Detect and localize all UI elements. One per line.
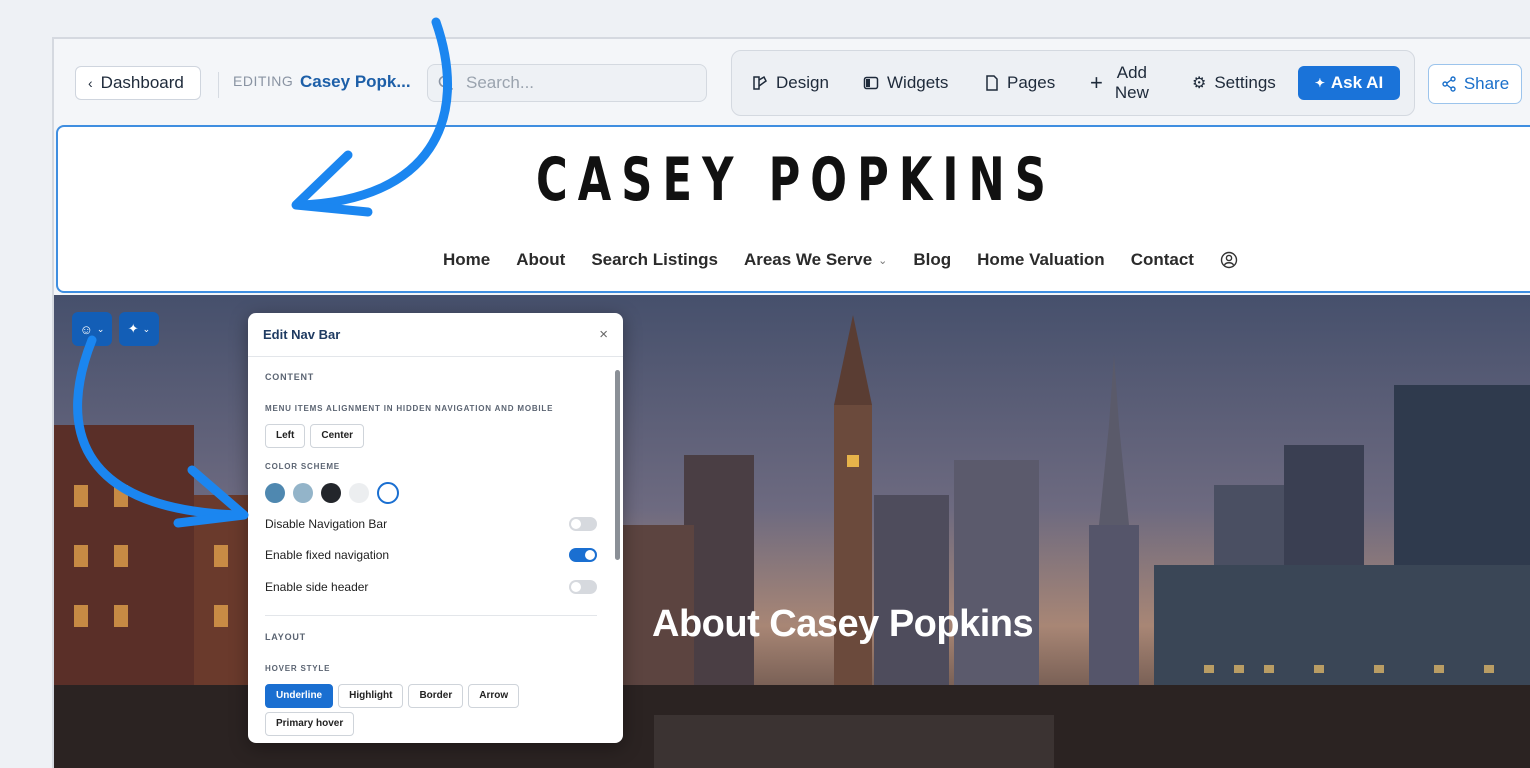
hover-style-label: HOVER STYLE <box>265 664 331 673</box>
nav-item-areas-we-serve[interactable]: Areas We Serve ⌄ <box>744 250 887 270</box>
nav-item-contact[interactable]: Contact <box>1131 250 1194 270</box>
chevron-down-icon: ⌄ <box>878 254 888 267</box>
nav-item-search-listings[interactable]: Search Listings <box>591 250 718 270</box>
ask-ai-button[interactable]: ✦ Ask AI <box>1298 66 1400 100</box>
design-label: Design <box>776 73 829 92</box>
section-divider <box>265 615 597 616</box>
hover-underline-option[interactable]: Underline <box>265 684 334 708</box>
design-button[interactable]: Design <box>752 51 829 115</box>
chevron-left-icon: ‹ <box>88 75 93 91</box>
nav-item-home-valuation[interactable]: Home Valuation <box>977 250 1105 270</box>
ask-ai-label: Ask AI <box>1330 73 1384 92</box>
hover-border-option[interactable]: Border <box>408 684 464 708</box>
sparkle-icon: ✦ <box>127 321 139 336</box>
close-icon[interactable]: × <box>599 326 608 343</box>
share-label: Share <box>1463 74 1510 93</box>
dashboard-button-label: Dashboard <box>100 73 184 92</box>
hover-style-options: Underline Highlight Border Arrow <box>265 684 520 708</box>
color-scheme-label: COLOR SCHEME <box>265 462 340 471</box>
chevron-down-icon: ⌄ <box>96 323 105 334</box>
add-new-button[interactable]: + Add New <box>1090 51 1149 115</box>
alignment-left-option[interactable]: Left <box>265 424 306 448</box>
pages-button[interactable]: Pages <box>985 51 1055 115</box>
section-style-button[interactable]: ☺ ⌄ <box>72 312 112 346</box>
side-header-toggle[interactable] <box>569 580 597 594</box>
site-header[interactable]: CASEY POPKINS Home About Search Listings… <box>56 125 1530 293</box>
site-nav: Home About Search Listings Areas We Serv… <box>443 250 1238 270</box>
hover-primary-option[interactable]: Primary hover <box>265 712 355 736</box>
widgets-icon <box>863 76 879 90</box>
color-swatch-steel-blue[interactable] <box>265 483 285 503</box>
nav-item-areas-label: Areas We Serve <box>743 250 873 269</box>
fixed-nav-row: Enable fixed navigation <box>265 546 597 566</box>
alignment-label: MENU ITEMS ALIGNMENT IN HIDDEN NAVIGATIO… <box>265 404 554 413</box>
fixed-nav-toggle[interactable] <box>569 548 597 562</box>
alignment-options: Left Center <box>265 424 365 448</box>
search-icon <box>438 75 454 91</box>
panel-header: Edit Nav Bar × <box>248 313 623 357</box>
alignment-center-option[interactable]: Center <box>310 424 365 448</box>
search-field[interactable] <box>427 64 707 102</box>
hero-title: About Casey Popkins <box>652 603 1034 645</box>
content-section-label: CONTENT <box>265 372 315 382</box>
add-new-label-line2: New <box>1114 83 1149 102</box>
share-button[interactable]: Share <box>1428 64 1522 104</box>
user-account-icon[interactable] <box>1220 251 1238 269</box>
chevron-down-icon: ⌄ <box>142 323 151 334</box>
editing-site-name[interactable]: Casey Popk... <box>300 72 411 92</box>
dashboard-button[interactable]: ‹ Dashboard <box>75 66 201 100</box>
gear-icon: ⚙ <box>1192 75 1207 92</box>
ai-assist-button[interactable]: ✦ ⌄ <box>119 312 159 346</box>
add-new-label-line1: Add <box>1116 63 1147 82</box>
color-scheme-swatches <box>265 482 399 504</box>
page-icon <box>986 75 998 91</box>
side-header-row: Enable side header <box>265 578 597 598</box>
hover-arrow-option[interactable]: Arrow <box>468 684 520 708</box>
disable-nav-row: Disable Navigation Bar <box>265 515 597 535</box>
palette-icon <box>753 75 767 90</box>
color-swatch-light-gray[interactable] <box>349 483 369 503</box>
settings-button[interactable]: ⚙ Settings <box>1192 51 1276 115</box>
pages-label: Pages <box>1007 73 1056 92</box>
site-title: CASEY POPKINS <box>536 145 1056 215</box>
side-header-label: Enable side header <box>265 580 369 594</box>
layout-section-label: LAYOUT <box>265 632 306 642</box>
search-input[interactable] <box>464 72 688 94</box>
color-swatch-light-blue[interactable] <box>293 483 313 503</box>
edit-nav-bar-panel: Edit Nav Bar × CONTENT MENU ITEMS ALIGNM… <box>248 313 623 743</box>
plus-icon: + <box>1090 70 1103 95</box>
palette-icon: ☺ <box>79 321 93 337</box>
hover-style-options-row2: Primary hover <box>265 712 355 736</box>
panel-scrollbar[interactable] <box>615 370 620 560</box>
toolbar-divider <box>218 72 219 98</box>
disable-nav-toggle[interactable] <box>569 517 597 531</box>
fixed-nav-label: Enable fixed navigation <box>265 548 390 562</box>
add-new-label: Add New <box>1115 63 1149 103</box>
widgets-button[interactable]: Widgets <box>863 51 948 115</box>
nav-item-home[interactable]: Home <box>443 250 490 270</box>
widgets-label: Widgets <box>887 73 949 92</box>
nav-item-blog[interactable]: Blog <box>913 250 951 270</box>
editing-label: EDITING <box>233 73 294 89</box>
sparkle-icon: ✦ <box>1314 76 1325 90</box>
nav-item-about[interactable]: About <box>516 250 565 270</box>
editor-tools: Design Widgets Pages + Add New ⚙ Setting… <box>731 50 1415 116</box>
disable-nav-label: Disable Navigation Bar <box>265 517 388 531</box>
color-swatch-white-selected[interactable] <box>377 482 399 504</box>
share-icon <box>1442 76 1456 92</box>
panel-title: Edit Nav Bar <box>263 327 341 342</box>
color-swatch-black[interactable] <box>321 483 341 503</box>
editor-toolbar: ‹ Dashboard EDITING Casey Popk... Design… <box>54 39 1530 127</box>
hover-highlight-option[interactable]: Highlight <box>338 684 404 708</box>
settings-label: Settings <box>1214 73 1276 92</box>
